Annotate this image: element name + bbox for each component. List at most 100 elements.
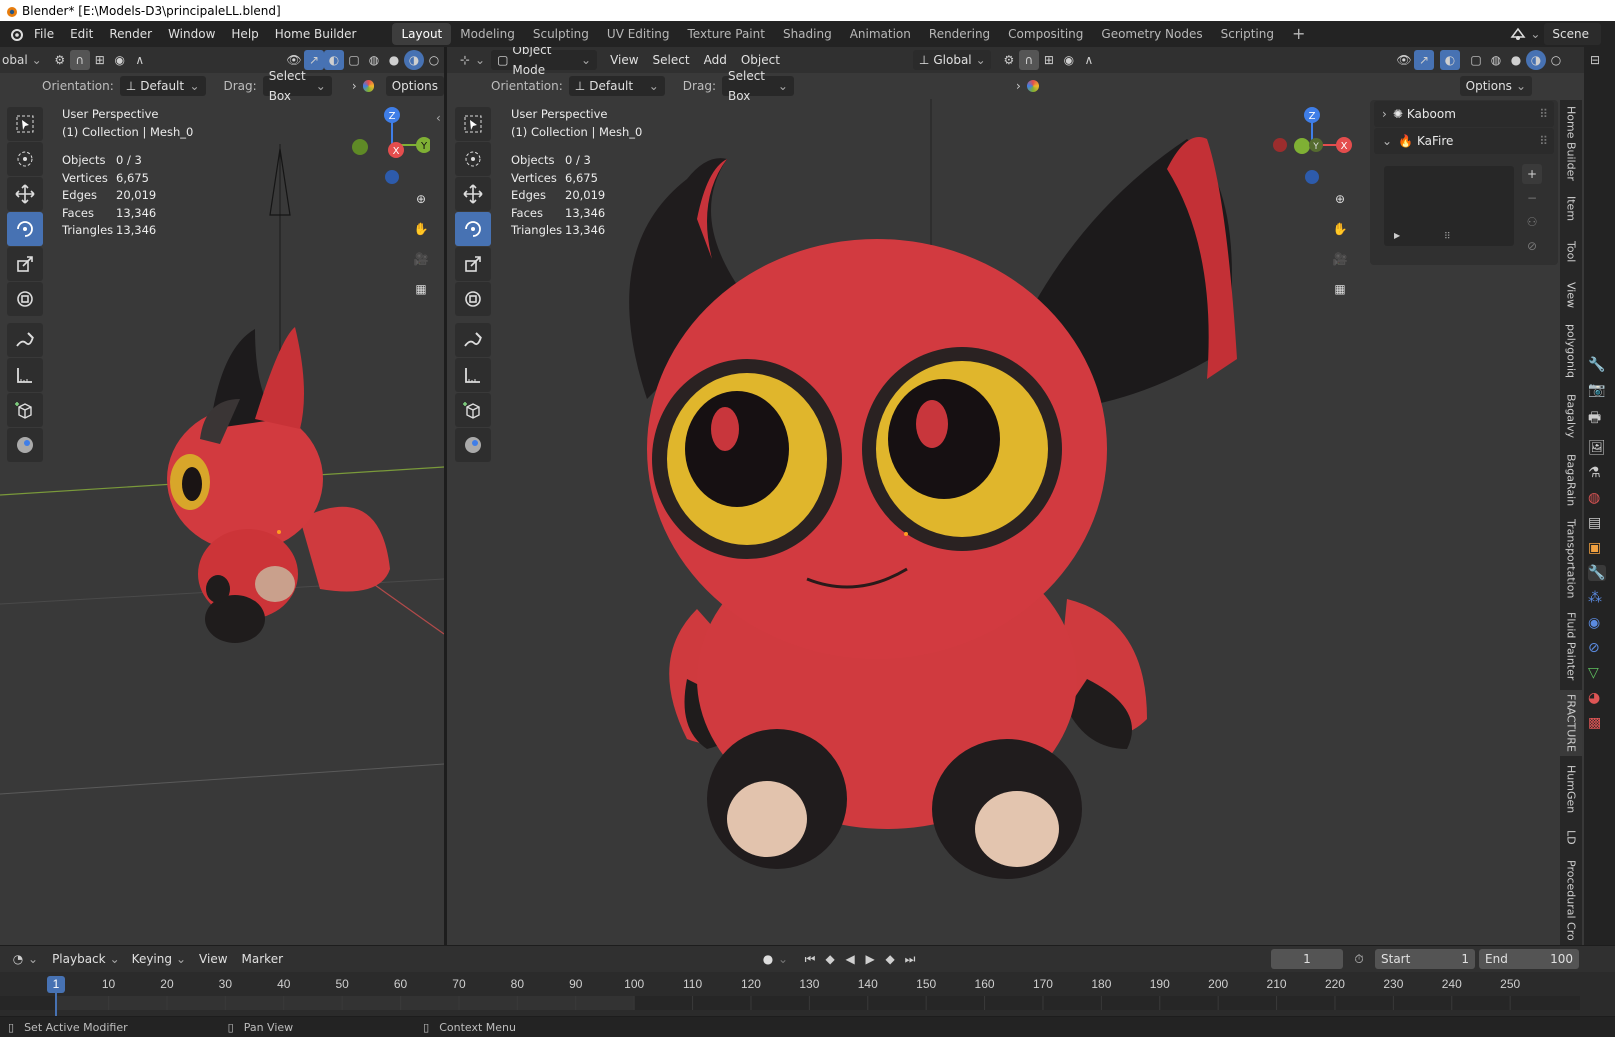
panel-kaboom[interactable]: › ✺ Kaboom ⠿ [1374, 101, 1554, 127]
shading-wireframe-icon[interactable]: ◍ [1486, 50, 1506, 70]
overlay-toggle-icon[interactable]: ◐ [1440, 50, 1460, 70]
tab-tool[interactable]: Tool [1560, 234, 1582, 270]
mode-dropdown[interactable]: ▢ Object Mode ⌄ [491, 47, 598, 77]
tab-geometry-nodes[interactable]: Geometry Nodes [1092, 23, 1211, 45]
menu-home-builder[interactable]: Home Builder [267, 21, 365, 47]
jump-start-icon[interactable]: ⏮ [800, 949, 820, 969]
tab-animation[interactable]: Animation [841, 23, 920, 45]
shading-wireframe-icon[interactable]: ◍ [364, 50, 384, 70]
tab-uv-editing[interactable]: UV Editing [598, 23, 679, 45]
shading-rendered-icon[interactable]: ○ [1546, 50, 1566, 70]
tab-polygoniq[interactable]: polygoniq [1560, 320, 1582, 382]
left-navigation-gizmo[interactable]: Z Y X [350, 105, 430, 185]
snap-target-icon[interactable]: ⊞ [90, 50, 110, 70]
group-icon[interactable]: ⚇ [1522, 212, 1542, 232]
xray-icon[interactable]: ▢ [344, 50, 364, 70]
camera-view-icon[interactable]: 🎥 [409, 247, 433, 271]
transform-orientation-dropdown[interactable]: ⊥ Global ⌄ [912, 50, 991, 70]
falloff-icon[interactable]: ∧ [130, 50, 150, 70]
modifier-properties-icon[interactable]: 🔧 [1588, 565, 1606, 581]
view-layer-icon[interactable]: 🖼 [1588, 440, 1606, 456]
constraints-icon[interactable]: ⊘ [1588, 640, 1606, 656]
timeline-marker-menu[interactable]: Marker [235, 948, 290, 970]
tab-fluid-painter[interactable]: Fluid Painter [1560, 608, 1582, 684]
camera-view-icon[interactable]: 🎥 [1328, 247, 1352, 271]
frame-ruler[interactable]: 10 20 30 40 50 60 70 80 90 100 110 120 130 140 150 160 1… [0, 972, 1580, 1016]
collapse-arrow-icon[interactable]: ‹ [436, 111, 441, 125]
orientation-dropdown[interactable]: ⊥ Default ⌄ [568, 76, 665, 96]
data-properties-icon[interactable]: ▽ [1588, 665, 1606, 681]
editor-type-icon[interactable]: ⊟ [1590, 53, 1600, 67]
proportional-edit-icon[interactable]: ◉ [1059, 50, 1079, 70]
tab-layout[interactable]: Layout [392, 23, 452, 45]
tab-procedural[interactable]: Procedural Cro [1560, 858, 1582, 942]
orientation-dropdown[interactable]: ⊥ Default ⌄ [119, 76, 206, 96]
next-keyframe-icon[interactable]: ◆ [880, 949, 900, 969]
tab-bagalvy[interactable]: Bagalvy [1560, 388, 1582, 444]
collection-properties-icon[interactable]: ▤ [1588, 515, 1606, 531]
zoom-icon[interactable]: ⊕ [1328, 187, 1352, 211]
object-properties-icon[interactable]: ▣ [1588, 540, 1606, 556]
output-properties-icon[interactable]: 🖶 [1588, 407, 1606, 431]
tab-fracture[interactable]: FRACTURE [1560, 690, 1582, 756]
timeline-view-menu[interactable]: View [192, 948, 234, 970]
keying-menu[interactable]: Keying ⌄ [126, 949, 192, 969]
drag-handle-icon[interactable]: ⠿ [1539, 107, 1548, 121]
tab-shading[interactable]: Shading [774, 23, 841, 45]
panel-kafire[interactable]: ⌄ 🔥 KaFire ⠿ [1374, 128, 1554, 154]
xray-icon[interactable]: ▢ [1466, 50, 1486, 70]
tab-texture-paint[interactable]: Texture Paint [679, 23, 774, 45]
snap-toggle-icon[interactable]: ∩ [1018, 50, 1039, 70]
transform-orientation-partial[interactable]: obal [0, 53, 28, 67]
tab-ld[interactable]: LD [1560, 822, 1582, 852]
editor-type-icon[interactable]: ⊹ [455, 50, 475, 70]
menu-window[interactable]: Window [160, 21, 223, 47]
drag-dropdown[interactable]: Select Box ⌄ [262, 69, 332, 103]
tab-scripting[interactable]: Scripting [1212, 23, 1283, 45]
tab-home-builder[interactable]: Home Builder [1560, 102, 1582, 184]
tab-humgen[interactable]: HumGen [1560, 762, 1582, 816]
material-properties-icon[interactable]: ◕ [1588, 690, 1606, 706]
add-item-icon[interactable]: + [1522, 164, 1542, 184]
play-small-icon[interactable]: ▶ [1394, 231, 1400, 240]
editor-type-icon[interactable]: ◔ [8, 949, 28, 969]
timeline-editor[interactable]: ◔ ⌄ Playback ⌄ Keying ⌄ View Marker ● ⌄ ⏮ … [0, 946, 1615, 1016]
menu-edit[interactable]: Edit [62, 21, 101, 47]
physics-icon[interactable]: ◉ [1588, 615, 1606, 631]
playback-menu[interactable]: Playback ⌄ [46, 949, 126, 969]
tab-compositing[interactable]: Compositing [999, 23, 1092, 45]
menu-render[interactable]: Render [101, 21, 160, 47]
shading-material-icon[interactable]: ◑ [1526, 50, 1546, 70]
creature-model[interactable] [629, 137, 1237, 879]
options-dropdown[interactable]: Options [385, 76, 444, 96]
shading-solid-icon[interactable]: ● [1506, 50, 1526, 70]
ortho-grid-icon[interactable]: ▦ [409, 277, 433, 301]
proportional-edit-icon[interactable]: ◉ [110, 50, 130, 70]
shading-rendered-icon[interactable]: ○ [424, 50, 444, 70]
zoom-icon[interactable]: ⊕ [409, 187, 433, 211]
pivot-point-icon[interactable]: ⚙ [999, 50, 1019, 70]
resize-grip-icon[interactable]: ⠿ [1444, 232, 1451, 242]
scene-properties-icon[interactable]: ⚗ [1588, 465, 1606, 481]
kafire-list[interactable]: ▶ ⠿ [1384, 166, 1514, 246]
menu-file[interactable]: File [26, 21, 62, 47]
chevron-right-icon[interactable]: › [352, 79, 357, 93]
start-frame-field[interactable]: Start 1 [1375, 949, 1475, 969]
chevron-right-icon[interactable]: › [1016, 79, 1021, 93]
drag-dropdown[interactable]: Select Box ⌄ [721, 69, 794, 103]
play-reverse-icon[interactable]: ◀ [840, 949, 860, 969]
tab-view[interactable]: View [1560, 276, 1582, 314]
blender-menu-icon[interactable] [6, 26, 26, 42]
texture-properties-icon[interactable]: ▩ [1588, 715, 1606, 731]
current-frame-field[interactable]: 1 [1271, 949, 1343, 969]
pan-hand-icon[interactable]: ✋ [409, 217, 433, 241]
snap-target-icon[interactable]: ⊞ [1039, 50, 1059, 70]
menu-select[interactable]: Select [646, 49, 697, 71]
pan-hand-icon[interactable]: ✋ [1328, 217, 1352, 241]
snap-toggle-icon[interactable]: ∩ [69, 50, 90, 70]
scene-selector[interactable]: ⌄ Scene [1510, 21, 1615, 47]
pivot-point-icon[interactable]: ⚙ [50, 50, 70, 70]
falloff-icon[interactable]: ∧ [1079, 50, 1099, 70]
end-frame-field[interactable]: End 100 [1479, 949, 1579, 969]
world-properties-icon[interactable]: ◍ [1588, 490, 1606, 506]
